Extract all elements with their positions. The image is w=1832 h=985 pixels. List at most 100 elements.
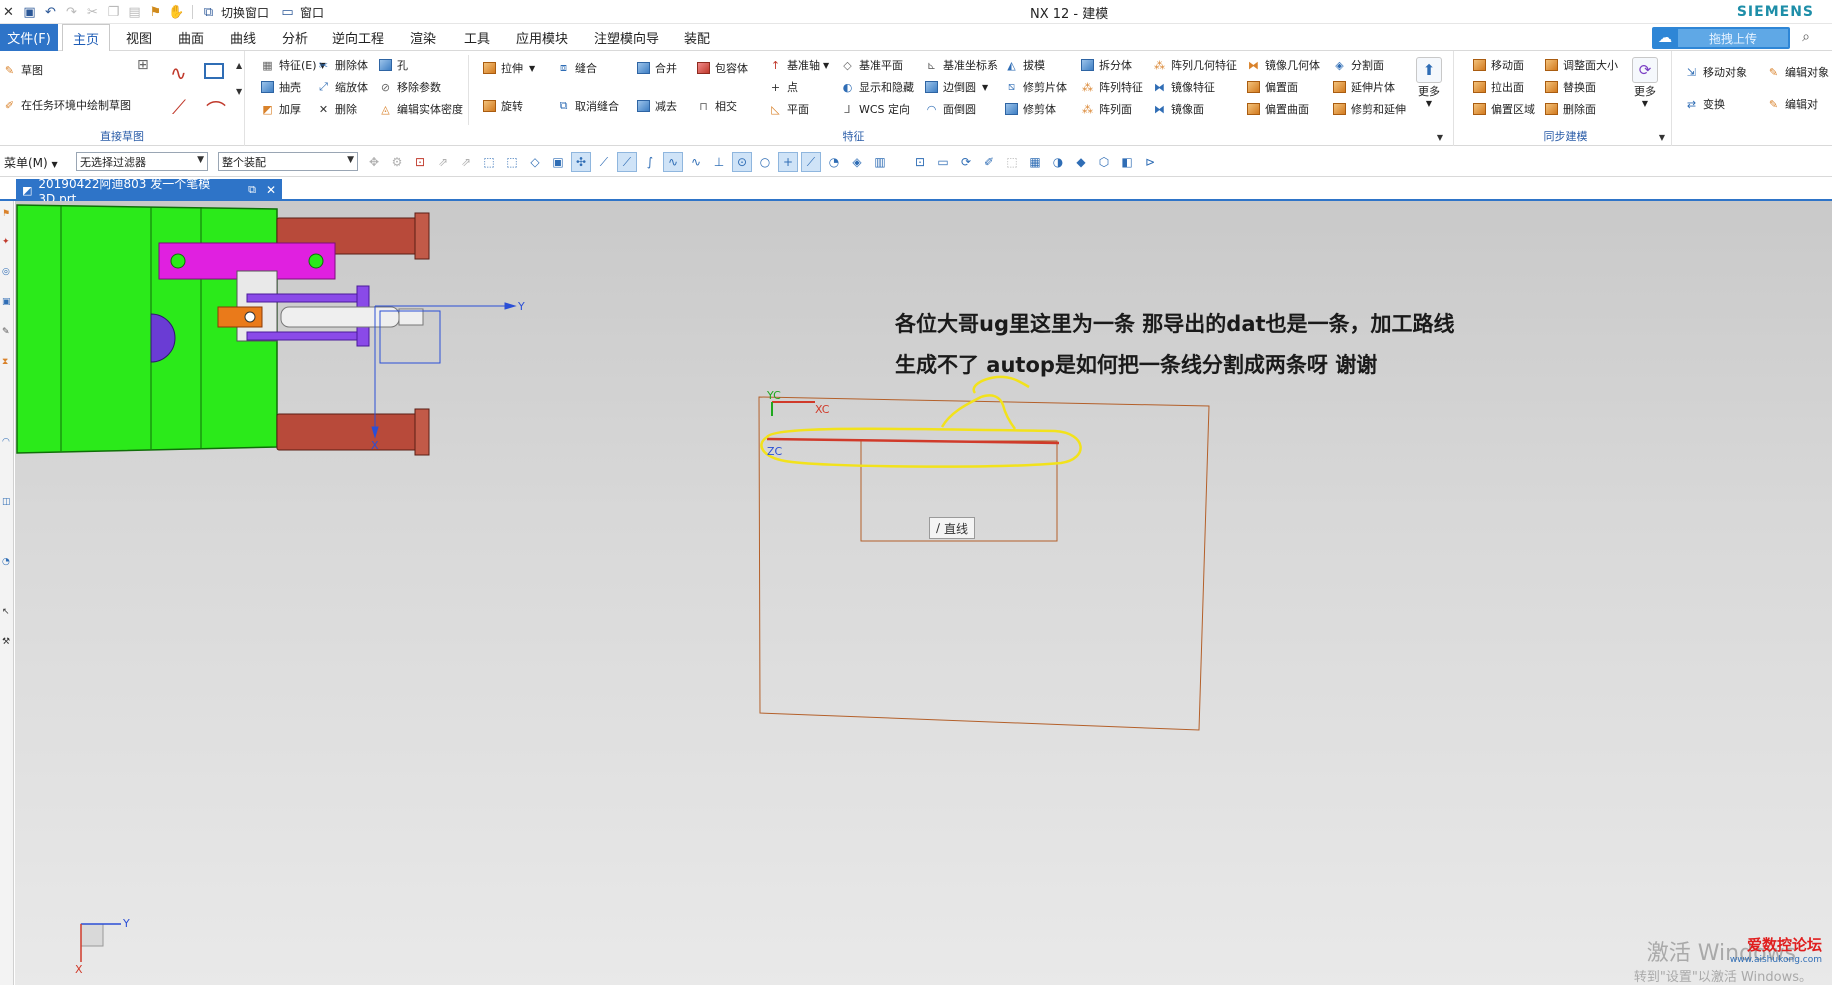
split-body-button[interactable]: 拆分体 [1080,56,1132,74]
shell-button[interactable]: 抽壳 [260,78,301,96]
search-icon[interactable]: ⌕ [1802,29,1810,45]
sync-more-button[interactable]: ⟳ 更多 ▼ [1632,57,1658,108]
edge-blend-button[interactable]: 边倒圆 ▼ [924,78,988,96]
work-layer-icon[interactable]: ⊳ [1140,152,1160,172]
tools-icon[interactable]: ⚒ [2,637,12,647]
close-icon[interactable]: ✕ [266,183,276,197]
in-task-sketch-button[interactable]: ✐ 在任务环境中绘制草图 [2,96,131,114]
sew-button[interactable]: ⧈ 缝合 [556,59,597,77]
type-filter-select[interactable]: 无选择过滤器 ▼ [76,152,208,171]
bounding-body-button[interactable]: 包容体 [696,59,748,77]
intersect-button[interactable]: ⊓ 相交 [696,97,737,115]
perspective-icon[interactable]: ⬚ [1002,152,1022,172]
move-face-button[interactable]: 移动面 [1472,56,1524,74]
background-icon[interactable]: ◆ [1071,152,1091,172]
extend-sheet-button[interactable]: 延伸片体 [1332,78,1395,96]
switch-window-label[interactable]: 切换窗口 [221,4,269,21]
cube-icon[interactable]: ⬡ [1094,152,1114,172]
undo-icon[interactable]: ↶ [42,4,59,21]
layer-icon[interactable]: ▥ [870,152,890,172]
existing-point-icon[interactable]: + [778,152,798,172]
datum-plane-button[interactable]: ◇ 基准平面 [840,56,903,74]
mirror-geometry-button[interactable]: ⧓ 镜像几何体 [1246,56,1320,74]
rectangle-select-icon[interactable]: ⬚ [502,152,522,172]
hole-button[interactable]: 孔 [378,56,408,74]
intersection-icon[interactable]: ⊥ [709,152,729,172]
face-blend-button[interactable]: ◠ 面倒圆 [924,100,976,118]
upload-box[interactable]: ☁ 拖拽上传 [1652,27,1790,49]
trim-sheet-button[interactable]: ⧅ 修剪片体 [1004,78,1067,96]
midpoint-icon[interactable]: ⟋ [617,152,637,172]
trim-extend-button[interactable]: 修剪和延伸 [1332,100,1406,118]
close-icon[interactable]: ✕ [0,4,17,21]
cut-icon[interactable]: ✂ [84,4,101,21]
delete-body-button[interactable]: ✂ 删除体 [316,56,368,74]
window-menu-label[interactable]: 窗口 [300,4,324,21]
save-icon[interactable]: ▣ [21,4,38,21]
select-all-icon[interactable]: ⚙ [387,152,407,172]
render-style-icon[interactable]: ▦ [1025,152,1045,172]
pan-icon[interactable]: ✐ [979,152,999,172]
tab-render[interactable]: 渲染 [400,24,446,51]
tab-reverse-engineering[interactable]: 逆向工程 [322,24,394,51]
tab-view[interactable]: 视图 [116,24,162,51]
datum-csys-button[interactable]: ⊾ 基准坐标系 [924,56,998,74]
plane-button[interactable]: ◺ 平面 [768,100,809,118]
history-icon[interactable]: ⧗ [2,357,12,367]
edit-object-button-2[interactable]: ✎ 编辑对 [1766,95,1818,113]
pattern-geometry-button[interactable]: ⁂ 阵列几何特征 [1152,56,1237,74]
section-icon[interactable]: ◧ [1117,152,1137,172]
tab-mold-wizard[interactable]: 注塑模向导 [584,24,669,51]
bounded-grid-icon[interactable]: ◈ [847,152,867,172]
move-object-button[interactable]: ⇲ 移动对象 [1684,63,1747,81]
redo-icon[interactable]: ↷ [63,4,80,21]
offset-region-button[interactable]: 偏置区域 [1472,100,1535,118]
select-feature-icon[interactable]: ⬚ [479,152,499,172]
tab-home[interactable]: 主页 [62,24,111,52]
tab-applications[interactable]: 应用模块 [506,24,578,51]
tab-curve[interactable]: 曲线 [220,24,266,51]
line-icon[interactable]: ⟋ [172,95,186,119]
extrude-button[interactable]: 拉伸 ▼ [482,59,535,77]
pattern-feature-button[interactable]: ⁂ 阵列特征 [1080,78,1143,96]
thicken-button[interactable]: ◩ 加厚 [260,100,301,118]
curve-icon[interactable]: ∫ [640,152,660,172]
point-on-face-icon[interactable]: ◔ [824,152,844,172]
datum-axis-button[interactable]: ↑ 基准轴 ▼ [768,56,829,74]
revolve-button[interactable]: 旋转 [482,97,523,115]
document-tab[interactable]: ◩ 20190422阿迪803 发一个笔模3D.prt ⧉ ✕ [16,177,282,206]
point-button[interactable]: + 点 [768,78,798,96]
delete-face-button[interactable]: 删除面 [1544,100,1596,118]
selection-scope-select[interactable]: 整个装配 ▼ [218,152,358,171]
offset-face-button[interactable]: 偏置面 [1246,78,1298,96]
system-materials-icon[interactable]: ◠ [2,437,12,447]
profile-icon[interactable]: ∿ [170,61,187,85]
resize-face-button[interactable]: 调整面大小 [1544,56,1618,74]
browser-icon[interactable]: ✎ [2,327,12,337]
orient-view-icon[interactable]: ◑ [1048,152,1068,172]
switch-window-icon[interactable]: ⧉ [200,4,217,21]
delete-button[interactable]: ✕ 删除 [316,100,357,118]
touch-mode-icon[interactable]: ✋ [168,4,185,21]
pull-face-button[interactable]: 拉出面 [1472,78,1524,96]
scroll-up-icon[interactable]: ▲ [236,61,242,70]
arc-icon[interactable]: ⌒ [206,95,226,124]
rectangle-icon[interactable] [204,63,224,79]
pointer-icon[interactable]: ↖ [2,607,12,617]
selection-mode-icon[interactable]: ⊡ [410,152,430,172]
window-icon[interactable]: ▭ [279,4,296,21]
offset-surface-button[interactable]: 偏置曲面 [1246,100,1309,118]
scale-body-button[interactable]: ⤢ 缩放体 [316,78,368,96]
point-on-curve-icon[interactable]: ⟋ [801,152,821,172]
show-hide-button[interactable]: ◐ 显示和隐藏 [840,78,914,96]
mirror-face-button[interactable]: ⧓ 镜像面 [1152,100,1204,118]
tab-analysis[interactable]: 分析 [272,24,318,51]
mirror-feature-button[interactable]: ⧓ 镜像特征 [1152,78,1215,96]
body-icon[interactable]: ▣ [548,152,568,172]
pointer-icon[interactable]: ⇗ [433,152,453,172]
menu-button[interactable]: 菜单(M) ▼ [4,154,58,171]
multi-select-icon[interactable]: ⇗ [456,152,476,172]
trim-body-button[interactable]: 修剪体 [1004,100,1056,118]
snap-point-icon[interactable]: ✣ [571,152,591,172]
repeat-command-icon[interactable]: ⚑ [147,4,164,21]
